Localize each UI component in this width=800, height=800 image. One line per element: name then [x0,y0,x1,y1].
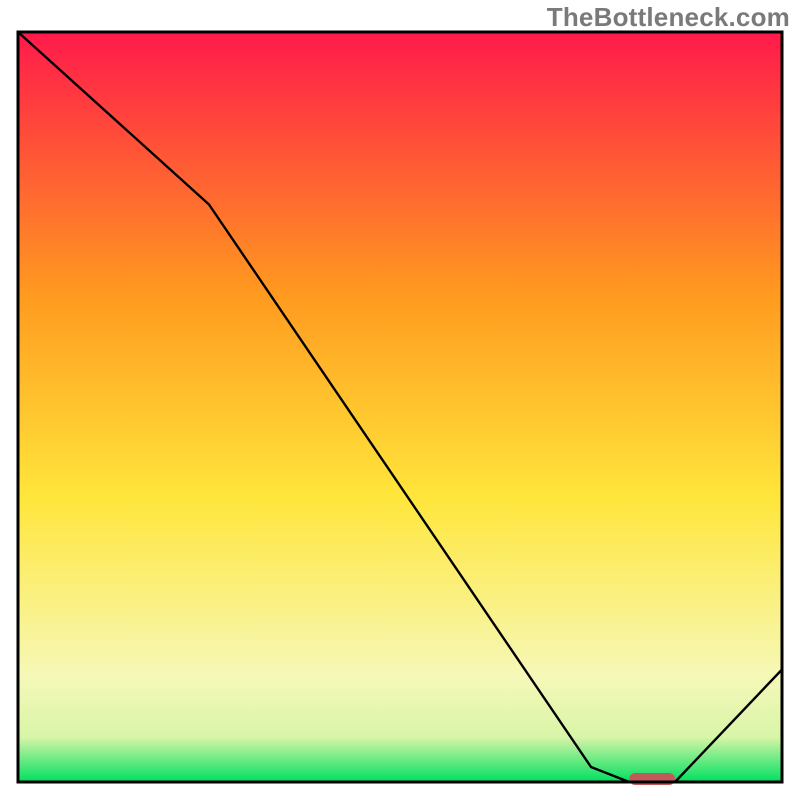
bottleneck-curve-chart [0,0,800,800]
plot-gradient-background [18,32,782,782]
chart-container: TheBottleneck.com [0,0,800,800]
watermark-text: TheBottleneck.com [547,2,790,33]
